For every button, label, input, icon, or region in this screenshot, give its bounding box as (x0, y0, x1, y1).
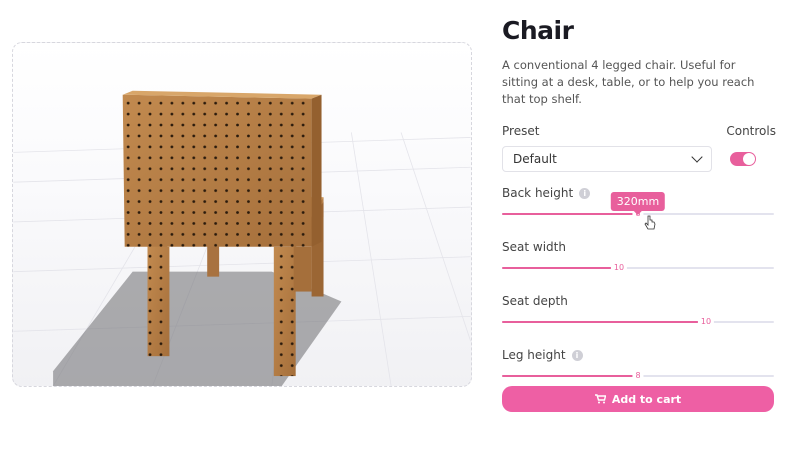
slider-label: Seat width (502, 240, 566, 254)
slider-fill (502, 375, 638, 377)
slider-back-height: Back height i 8 320mm (502, 186, 776, 240)
product-description: A conventional 4 legged chair. Useful fo… (502, 58, 755, 106)
slider-track[interactable]: 10 (502, 316, 774, 327)
cart-icon (594, 394, 606, 404)
controls-toggle[interactable] (730, 152, 756, 166)
chair-model-render (13, 90, 471, 386)
slider-value[interactable]: 10 (610, 262, 628, 273)
preset-controls-labels: Preset Controls (502, 124, 776, 138)
model-viewer[interactable] (12, 42, 472, 387)
slider-track[interactable]: 8 (502, 370, 774, 381)
slider-track[interactable]: 10 (502, 262, 774, 273)
preset-selected-value: Default (513, 152, 557, 166)
slider-fill (502, 213, 638, 215)
slider-value[interactable]: 10 (697, 316, 715, 327)
slider-seat-width: Seat width 10 (502, 240, 776, 294)
preset-select[interactable]: Default (502, 146, 712, 172)
slider-fill (502, 267, 619, 269)
info-icon[interactable]: i (571, 349, 583, 361)
slider-label: Leg height (502, 348, 566, 362)
toggle-knob (743, 153, 755, 165)
info-icon[interactable]: i (579, 187, 591, 199)
preset-label: Preset (502, 124, 540, 138)
hand-cursor-icon (644, 215, 656, 230)
chevron-down-icon (691, 151, 703, 163)
slider-list: Back height i 8 320mm Seat width 10 S (502, 186, 776, 402)
slider-fill (502, 321, 706, 323)
slider-seat-depth: Seat depth 10 (502, 294, 776, 348)
slider-value[interactable]: 8 (632, 370, 644, 381)
controls-label: Controls (726, 124, 776, 138)
add-to-cart-label: Add to cart (611, 392, 682, 406)
slider-label: Back height (502, 186, 574, 200)
slider-label: Seat depth (502, 294, 568, 308)
config-panel: Chair A conventional 4 legged chair. Use… (502, 14, 776, 402)
value-tooltip: 320mm (610, 192, 666, 215)
product-title: Chair (502, 16, 574, 45)
add-to-cart-button[interactable]: Add to cart (502, 386, 774, 412)
preset-controls-row: Default (502, 146, 776, 172)
